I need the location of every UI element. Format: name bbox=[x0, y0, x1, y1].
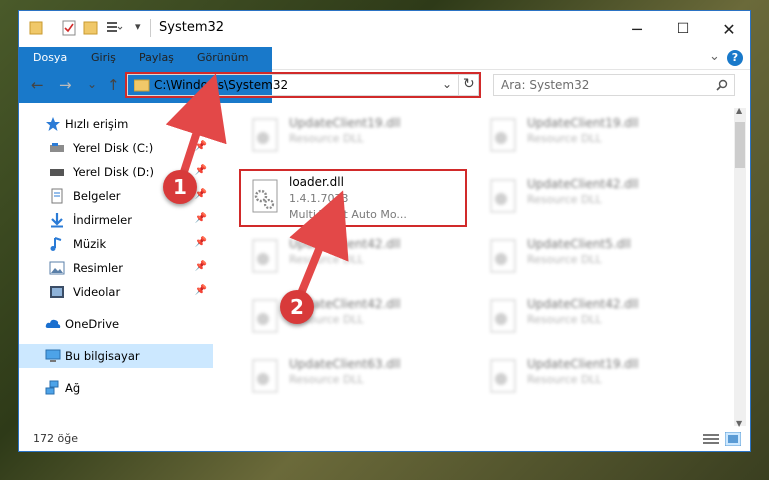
step-badge-2: 2 bbox=[280, 290, 314, 324]
arrow-to-address-bar bbox=[165, 73, 227, 182]
step-badge-1: 1 bbox=[163, 170, 197, 204]
arrow-to-loader-file bbox=[289, 190, 349, 300]
annotation-arrows bbox=[165, 73, 349, 300]
